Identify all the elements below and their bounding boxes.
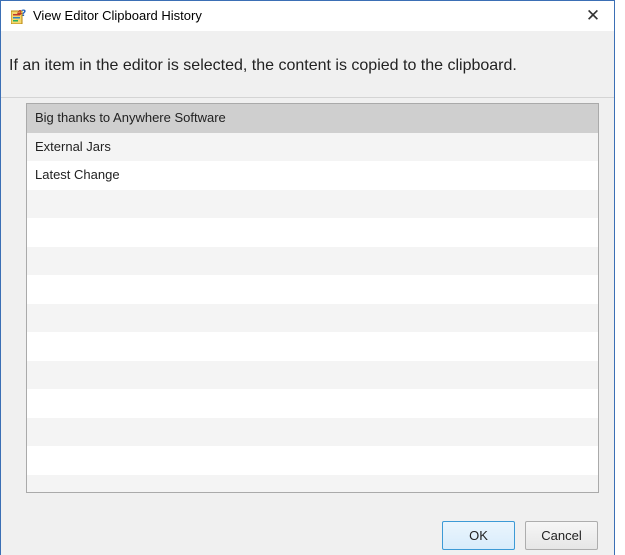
list-item[interactable] [27, 360, 598, 389]
close-icon[interactable]: ✕ [580, 4, 606, 28]
clipboard-history-list[interactable]: Big thanks to Anywhere Software External … [26, 103, 599, 493]
ok-button[interactable]: OK [442, 521, 515, 550]
list-item[interactable] [27, 446, 598, 475]
divider [1, 97, 614, 98]
app-logo-icon: 4 ? [11, 9, 26, 24]
info-message: If an item in the editor is selected, th… [9, 57, 517, 74]
list-item[interactable] [27, 474, 598, 492]
list-item[interactable] [27, 275, 598, 304]
list-item[interactable]: External Jars [27, 132, 598, 161]
title-bar[interactable]: 4 ? View Editor Clipboard History ✕ [1, 1, 614, 31]
list-item[interactable] [27, 389, 598, 418]
list-item[interactable] [27, 189, 598, 218]
list-item[interactable] [27, 332, 598, 361]
page: 4 ? View Editor Clipboard History ✕ If a… [0, 0, 625, 555]
list-item[interactable] [27, 303, 598, 332]
cancel-button[interactable]: Cancel [525, 521, 598, 550]
list-item[interactable] [27, 417, 598, 446]
list-item[interactable] [27, 246, 598, 275]
clipboard-history-dialog: 4 ? View Editor Clipboard History ✕ If a… [0, 0, 615, 555]
list-item[interactable] [27, 218, 598, 247]
svg-text:?: ? [21, 9, 26, 19]
list-item[interactable]: Latest Change [27, 161, 598, 190]
list-item[interactable]: Big thanks to Anywhere Software [27, 104, 598, 133]
window-title: View Editor Clipboard History [33, 8, 202, 23]
